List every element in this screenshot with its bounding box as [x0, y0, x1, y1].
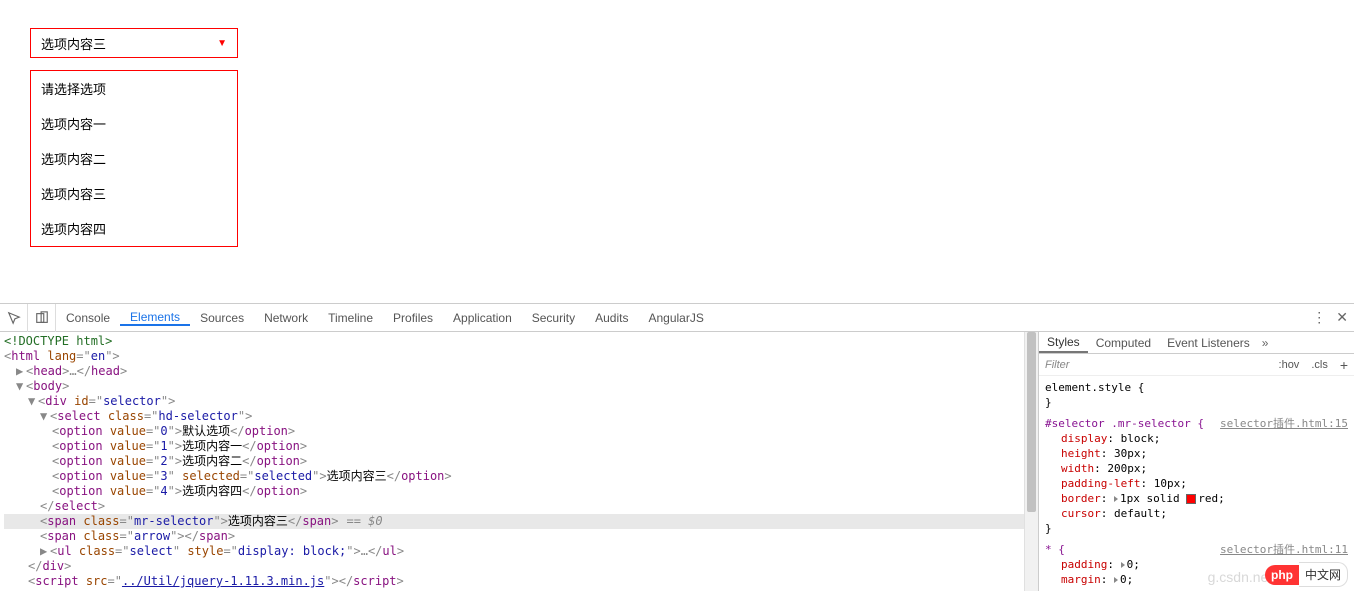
tab-event-listeners[interactable]: Event Listeners — [1159, 332, 1258, 353]
page-content: 选项内容三 ▼ 请选择选项 选项内容一 选项内容二 选项内容三 选项内容四 — [0, 0, 1354, 303]
option-1[interactable]: 选项内容一 — [31, 106, 237, 141]
custom-selector: 选项内容三 ▼ 请选择选项 选项内容一 选项内容二 选项内容三 选项内容四 — [30, 28, 238, 247]
tab-network[interactable]: Network — [254, 310, 318, 326]
option-2[interactable]: 选项内容二 — [31, 141, 237, 176]
devtools-tabs: Console Elements Sources Network Timelin… — [56, 310, 1312, 326]
rule1-source-link[interactable]: selector插件.html:15 — [1220, 416, 1348, 431]
elements-scrollbar[interactable] — [1024, 332, 1038, 591]
styles-more-icon[interactable]: » — [1262, 336, 1269, 350]
elements-tree[interactable]: <!DOCTYPE html> <html lang="en"> ▶<head>… — [0, 332, 1024, 591]
dropdown-arrow-icon: ▼ — [217, 38, 227, 49]
devtools-body: <!DOCTYPE html> <html lang="en"> ▶<head>… — [0, 332, 1354, 591]
tab-security[interactable]: Security — [522, 310, 585, 326]
selector-options-list: 请选择选项 选项内容一 选项内容二 选项内容三 选项内容四 — [30, 70, 238, 247]
option-3[interactable]: 选项内容三 — [31, 176, 237, 211]
tab-profiles[interactable]: Profiles — [383, 310, 443, 326]
badge-right: 中文网 — [1299, 562, 1348, 587]
color-swatch-icon[interactable] — [1186, 494, 1196, 504]
styles-filter-input[interactable]: Filter — [1039, 359, 1273, 371]
tab-elements[interactable]: Elements — [120, 310, 190, 326]
toolbar-right: ⋮ ✕ — [1312, 309, 1354, 326]
add-rule-icon[interactable]: + — [1334, 357, 1354, 373]
selected-value: 选项内容三 — [41, 34, 106, 53]
selector-display[interactable]: 选项内容三 ▼ — [30, 28, 238, 58]
php-badge: php 中文网 — [1265, 562, 1348, 587]
badge-left: php — [1265, 565, 1299, 585]
tab-computed[interactable]: Computed — [1088, 332, 1159, 353]
tab-application[interactable]: Application — [443, 310, 522, 326]
styles-filter-row: Filter :hov .cls + — [1039, 354, 1354, 376]
devtools-panel: Console Elements Sources Network Timelin… — [0, 303, 1354, 591]
close-devtools-icon[interactable]: ✕ — [1336, 309, 1348, 326]
tab-audits[interactable]: Audits — [585, 310, 638, 326]
tab-styles[interactable]: Styles — [1039, 332, 1088, 353]
tab-angularjs[interactable]: AngularJS — [638, 310, 713, 326]
inspect-element-icon[interactable] — [0, 304, 28, 332]
styles-sidebar: Styles Computed Event Listeners » Filter… — [1038, 332, 1354, 591]
styles-tabs: Styles Computed Event Listeners » — [1039, 332, 1354, 354]
selected-dom-node[interactable]: <span class="mr-selector">选项内容三</span>==… — [4, 514, 1024, 529]
option-4[interactable]: 选项内容四 — [31, 211, 237, 246]
tab-sources[interactable]: Sources — [190, 310, 254, 326]
styles-rules[interactable]: element.style { } #selector .mr-selector… — [1039, 376, 1354, 591]
option-placeholder[interactable]: 请选择选项 — [31, 71, 237, 106]
doctype-node: <!DOCTYPE html> — [4, 334, 112, 348]
rule2-source-link[interactable]: selector插件.html:11 — [1220, 542, 1348, 557]
rule1-selector: #selector .mr-selector { — [1045, 416, 1204, 431]
more-icon[interactable]: ⋮ — [1312, 309, 1326, 326]
hov-toggle[interactable]: :hov — [1273, 359, 1306, 371]
rule2-selector: * { — [1045, 542, 1065, 557]
devtools-toolbar: Console Elements Sources Network Timelin… — [0, 304, 1354, 332]
tab-console[interactable]: Console — [56, 310, 120, 326]
cls-toggle[interactable]: .cls — [1305, 359, 1334, 371]
device-toolbar-icon[interactable] — [28, 304, 56, 332]
element-style-rule: element.style { — [1045, 380, 1348, 395]
tab-timeline[interactable]: Timeline — [318, 310, 383, 326]
